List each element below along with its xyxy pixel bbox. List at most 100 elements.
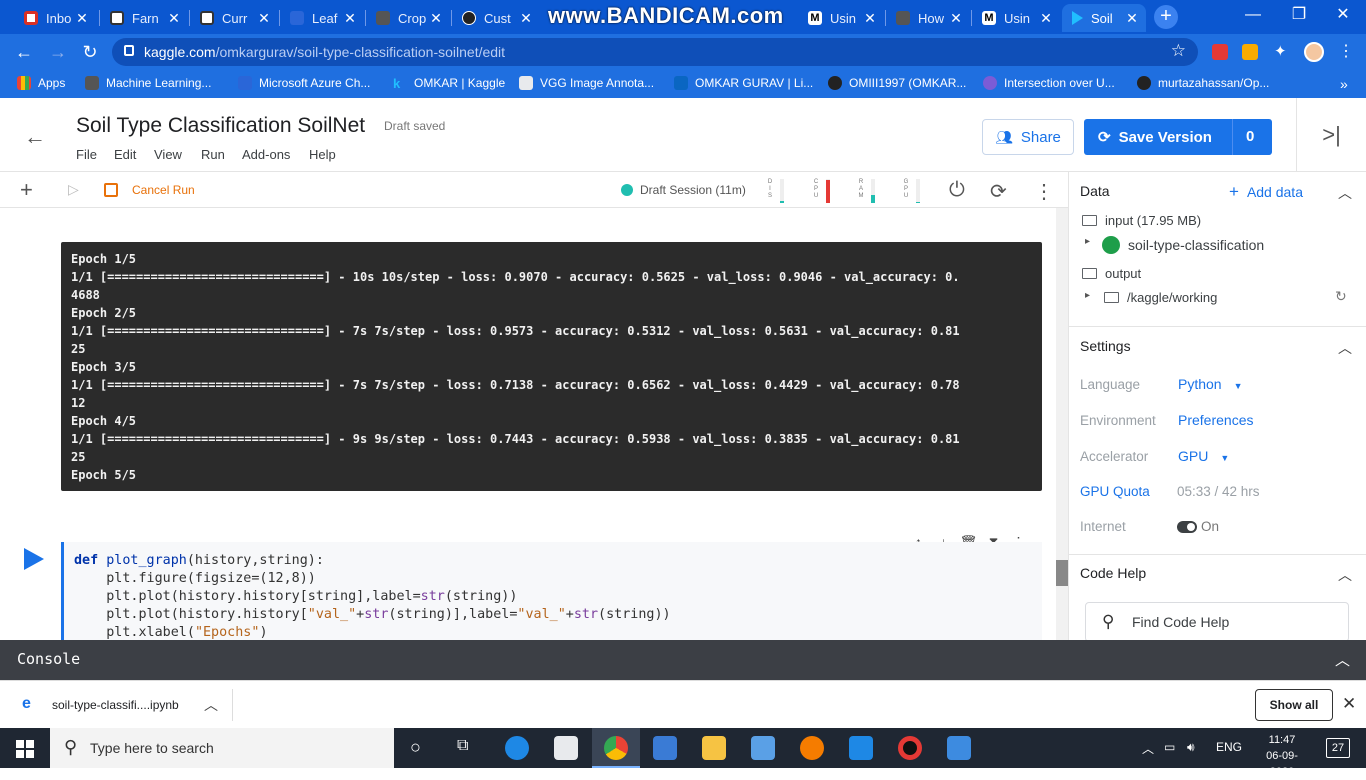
vscode-icon[interactable]: [849, 736, 873, 760]
bookmark-vgg[interactable]: VGG Image Annota...: [519, 76, 654, 90]
chrome-icon[interactable]: [604, 736, 628, 760]
close-icon[interactable]: ✕: [862, 10, 878, 27]
forward-button[interactable]: →: [48, 42, 68, 62]
tab-curr[interactable]: Curr ✕: [190, 4, 278, 32]
share-button[interactable]: 👥︎ Share: [982, 119, 1074, 155]
extension-icon[interactable]: [1242, 44, 1258, 60]
input-folder[interactable]: input (17.95 MB): [1082, 213, 1201, 228]
session-status[interactable]: Draft Session (11m): [640, 183, 746, 197]
window-close-button[interactable]: ✕: [1320, 0, 1366, 32]
taskbar-search-input[interactable]: ⚲ Type here to search: [50, 728, 394, 768]
editor-scrollbar[interactable]: [1056, 208, 1068, 640]
power-icon[interactable]: ⏻: [949, 179, 965, 202]
tab-how[interactable]: How ✕: [886, 4, 970, 32]
menu-view[interactable]: View: [154, 147, 182, 162]
restart-icon[interactable]: ⟳: [990, 179, 1007, 204]
back-arrow-icon[interactable]: ←: [24, 124, 46, 150]
close-icon[interactable]: ✕: [342, 10, 358, 27]
clock[interactable]: 11:47 06-09-2020: [1254, 732, 1310, 780]
chevron-up-icon[interactable]: ︿: [1338, 338, 1352, 358]
notifications-icon[interactable]: 27: [1326, 738, 1350, 758]
environment-link[interactable]: Preferences: [1178, 412, 1253, 428]
close-icon[interactable]: ✕: [518, 10, 534, 27]
notebook-editor[interactable]: Epoch 1/5 1/1 [=========================…: [0, 208, 1055, 640]
tab-usin-1[interactable]: M Usin ✕: [800, 4, 884, 32]
ram-meter[interactable]: RAM: [857, 179, 879, 203]
bookmark-apps[interactable]: Apps: [17, 76, 65, 90]
tab-crop[interactable]: Crop ✕: [366, 4, 450, 32]
bookmark-machine-learning[interactable]: Machine Learning...: [85, 76, 211, 90]
language-select[interactable]: Python ▼: [1178, 376, 1243, 392]
menu-file[interactable]: File: [76, 147, 97, 162]
close-icon[interactable]: ✕: [948, 10, 964, 27]
cancel-run-button[interactable]: Cancel Run: [132, 183, 195, 197]
chevron-up-icon[interactable]: ︿: [1338, 565, 1352, 585]
bookmark-star-icon[interactable]: ☆: [1171, 41, 1186, 61]
show-all-button[interactable]: Show all: [1255, 689, 1333, 721]
tab-usin-2[interactable]: M Usin ✕: [972, 4, 1060, 32]
windows-start-icon[interactable]: [16, 740, 34, 758]
task-view-icon[interactable]: ⧉: [457, 737, 468, 755]
page-title[interactable]: Soil Type Classification SoilNet: [76, 114, 365, 138]
bandicam-icon[interactable]: [898, 736, 922, 760]
close-icon[interactable]: ✕: [1038, 10, 1054, 27]
working-folder[interactable]: /kaggle/working: [1104, 290, 1217, 305]
stop-icon[interactable]: [104, 183, 118, 197]
language-indicator[interactable]: ENG: [1216, 740, 1242, 754]
close-icon[interactable]: ✕: [1124, 10, 1140, 27]
bookmark-github-omkar[interactable]: OMIII1997 (OMKAR...: [828, 76, 966, 90]
tab-gmail[interactable]: Inbo ✕: [14, 4, 96, 32]
expand-caret-icon[interactable]: ▸: [1085, 236, 1090, 247]
add-data-button[interactable]: + Add data: [1229, 182, 1303, 202]
restore-button[interactable]: ❐: [1276, 0, 1322, 32]
cortana-icon[interactable]: ○: [410, 737, 421, 758]
add-cell-icon[interactable]: +: [20, 177, 33, 203]
internet-toggle[interactable]: [1177, 521, 1197, 533]
tab-farm[interactable]: Farn ✕: [100, 4, 188, 32]
gpu-quota-label[interactable]: GPU Quota: [1080, 484, 1150, 499]
tab-cust[interactable]: Cust ✕: [452, 4, 540, 32]
disk-meter[interactable]: DIS: [766, 179, 788, 203]
volume-icon[interactable]: 🔊︎: [1187, 740, 1195, 755]
url-text[interactable]: kaggle.com/omkargurav/soil-type-classifi…: [144, 44, 505, 60]
reload-button[interactable]: ↻: [80, 42, 100, 62]
close-icon[interactable]: ✕: [428, 10, 444, 27]
dataset-item[interactable]: soil-type-classification: [1128, 237, 1264, 253]
close-icon[interactable]: ✕: [166, 10, 182, 27]
collapse-panel-icon[interactable]: >|: [1296, 98, 1366, 172]
menu-edit[interactable]: Edit: [114, 147, 136, 162]
find-code-help-input[interactable]: ⚲ Find Code Help: [1085, 602, 1349, 642]
back-button[interactable]: ←: [14, 42, 34, 62]
menu-help[interactable]: Help: [309, 147, 336, 162]
menu-run[interactable]: Run: [201, 147, 225, 162]
run-cell-icon[interactable]: [24, 548, 44, 570]
data-section-title[interactable]: Data: [1080, 183, 1110, 199]
close-icon[interactable]: ✕: [1342, 694, 1356, 714]
extension-icon[interactable]: [1212, 44, 1228, 60]
run-icon[interactable]: ▷: [68, 181, 79, 198]
network-icon[interactable]: ▭: [1164, 740, 1175, 754]
kebab-menu-icon[interactable]: ⋮: [1338, 44, 1354, 60]
minimize-button[interactable]: —: [1230, 0, 1276, 32]
settings-section-title[interactable]: Settings: [1080, 338, 1131, 354]
puzzle-icon[interactable]: ✦: [1274, 44, 1290, 60]
jupyter-icon[interactable]: [800, 736, 824, 760]
code-cell[interactable]: def plot_graph(history,string): plt.figu…: [61, 542, 1042, 640]
save-version-button[interactable]: ⟳ Save Version 0: [1084, 119, 1272, 155]
bookmark-linkedin[interactable]: OMKAR GURAV | Li...: [674, 76, 813, 90]
close-icon[interactable]: ✕: [74, 10, 90, 27]
scrollbar-thumb[interactable]: [1056, 560, 1068, 586]
tab-soil-active[interactable]: Soil ✕: [1062, 4, 1146, 32]
bookmark-iou[interactable]: Intersection over U...: [983, 76, 1115, 90]
edge-icon[interactable]: [505, 736, 529, 760]
chevron-up-icon[interactable]: ︿: [1335, 649, 1350, 670]
console-bar[interactable]: Console ︿: [0, 640, 1366, 680]
bookmark-azure[interactable]: Microsoft Azure Ch...: [238, 76, 370, 90]
bookmarks-overflow[interactable]: »: [1340, 76, 1348, 92]
more-options-icon[interactable]: ⋮: [1034, 179, 1054, 204]
close-icon[interactable]: ✕: [256, 10, 272, 27]
refresh-icon[interactable]: ↻: [1335, 288, 1347, 305]
menu-addons[interactable]: Add-ons: [242, 147, 290, 162]
tray-chevron-icon[interactable]: ︿: [1142, 740, 1154, 757]
download-item[interactable]: soil-type-classifi....ipynb: [52, 698, 179, 712]
